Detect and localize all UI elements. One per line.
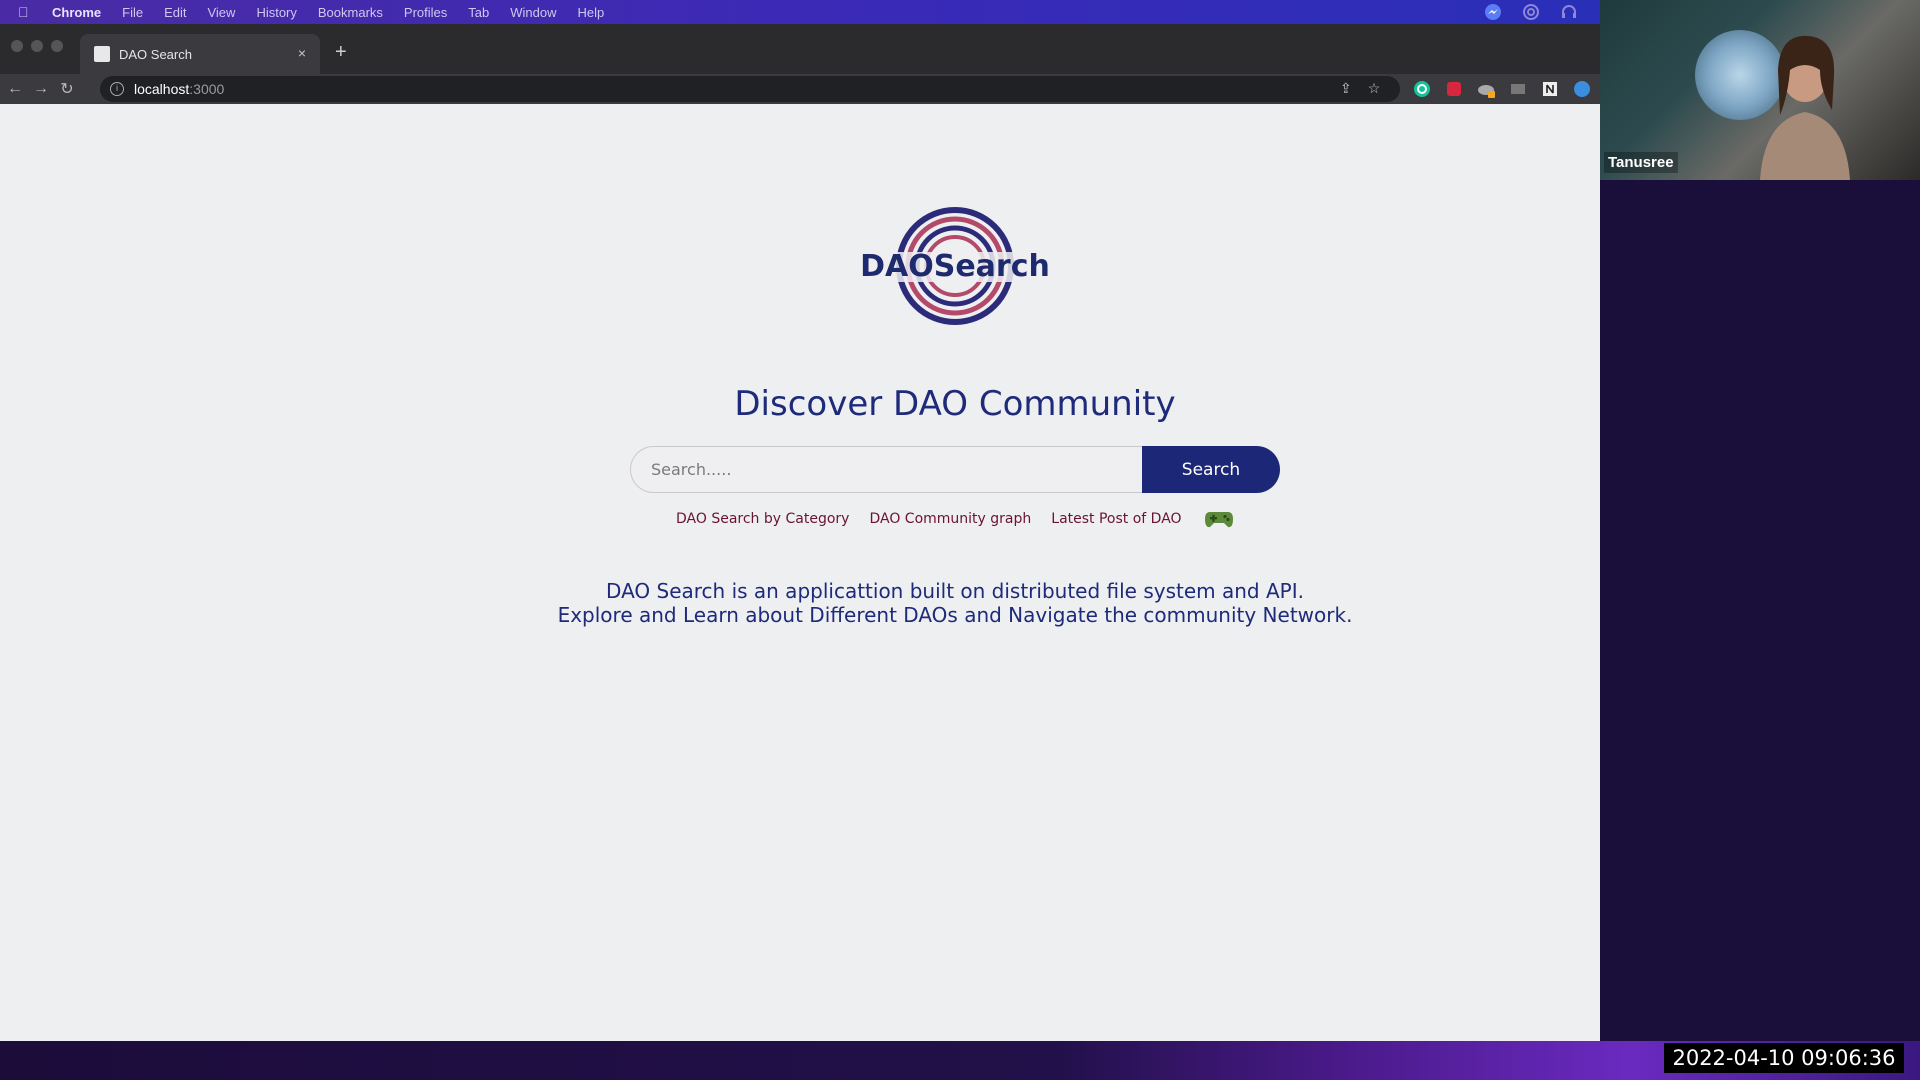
- menu-profiles[interactable]: Profiles: [404, 5, 447, 20]
- messenger-icon[interactable]: [1484, 3, 1502, 21]
- reload-button[interactable]: ↻: [54, 79, 80, 99]
- daosearch-logo: DAOSearch: [860, 207, 1050, 325]
- menu-chrome[interactable]: Chrome: [52, 5, 101, 20]
- description-line-2: Explore and Learn about Different DAOs a…: [557, 603, 1353, 627]
- browser-tab-dao-search[interactable]: DAO Search ×: [80, 34, 320, 74]
- new-tab-button[interactable]: +: [335, 42, 347, 62]
- participant-video-tile[interactable]: Tanusree: [1600, 0, 1920, 180]
- notion-extension-icon[interactable]: [1540, 79, 1560, 99]
- macos-menu-bar:  Chrome File Edit View History Bookmark…: [0, 0, 1600, 24]
- zoom-window-button[interactable]: [51, 40, 63, 52]
- page-favicon-icon: [94, 46, 110, 62]
- browser-tab-strip: DAO Search × +: [0, 24, 1600, 74]
- page-viewport: DAOSearch Discover DAO Community Search …: [0, 104, 1600, 1041]
- site-info-icon[interactable]: i: [110, 82, 124, 96]
- grammarly-extension-icon[interactable]: [1412, 79, 1432, 99]
- link-community-graph[interactable]: DAO Community graph: [869, 511, 1031, 527]
- participant-figure: [1760, 35, 1850, 180]
- back-button[interactable]: ←: [2, 80, 28, 98]
- pdf-extension-icon[interactable]: [1444, 79, 1464, 99]
- bookmark-star-icon[interactable]: ☆: [1368, 80, 1381, 97]
- menu-window[interactable]: Window: [510, 5, 556, 20]
- close-tab-icon[interactable]: ×: [298, 46, 306, 60]
- link-latest-post[interactable]: Latest Post of DAO: [1051, 511, 1181, 527]
- share-icon[interactable]: ⇪: [1340, 80, 1352, 97]
- cloud-extension-icon[interactable]: [1476, 79, 1496, 99]
- menu-file[interactable]: File: [122, 5, 143, 20]
- participant-name: Tanusree: [1604, 152, 1678, 173]
- menu-tab[interactable]: Tab: [468, 5, 489, 20]
- page-description: DAO Search is an applicattion built on d…: [0, 579, 1910, 627]
- screen-extension-icon[interactable]: [1508, 79, 1528, 99]
- browser-toolbar: ← → ↻ i localhost :3000 ⇪ ☆: [0, 74, 1600, 104]
- tab-title: DAO Search: [119, 46, 192, 62]
- logo-text: DAOSearch: [860, 249, 1050, 284]
- gamepad-icon[interactable]: [1204, 508, 1234, 530]
- menu-bookmarks[interactable]: Bookmarks: [318, 5, 383, 20]
- window-controls: [11, 40, 63, 52]
- forward-button[interactable]: →: [28, 80, 54, 98]
- search-input[interactable]: [630, 446, 1142, 493]
- menu-view[interactable]: View: [207, 5, 235, 20]
- search-form: Search: [630, 446, 1280, 493]
- menu-help[interactable]: Help: [578, 5, 605, 20]
- search-button[interactable]: Search: [1142, 446, 1280, 493]
- headphones-icon[interactable]: [1560, 3, 1578, 21]
- recording-timestamp: 2022-04-10 09:06:36: [1664, 1043, 1904, 1073]
- menu-bar-status-icons: [1484, 3, 1578, 21]
- desktop-bottom-strip: [0, 1041, 1920, 1080]
- description-line-1: DAO Search is an applicattion built on d…: [606, 579, 1304, 603]
- address-bar[interactable]: i localhost :3000: [100, 76, 1400, 102]
- url-port: :3000: [189, 81, 225, 97]
- clock-extension-icon[interactable]: [1572, 79, 1592, 99]
- nav-links: DAO Search by Category DAO Community gra…: [676, 508, 1234, 530]
- link-search-by-category[interactable]: DAO Search by Category: [676, 511, 849, 527]
- creative-cloud-icon[interactable]: [1522, 3, 1540, 21]
- menu-history[interactable]: History: [256, 5, 296, 20]
- menu-edit[interactable]: Edit: [164, 5, 186, 20]
- page-headline: Discover DAO Community: [734, 384, 1176, 424]
- address-bar-actions: ⇪ ☆: [1340, 80, 1380, 97]
- extension-icons: [1412, 79, 1592, 99]
- minimize-window-button[interactable]: [31, 40, 43, 52]
- apple-icon[interactable]: : [18, 4, 34, 20]
- close-window-button[interactable]: [11, 40, 23, 52]
- url-host: localhost: [134, 81, 190, 97]
